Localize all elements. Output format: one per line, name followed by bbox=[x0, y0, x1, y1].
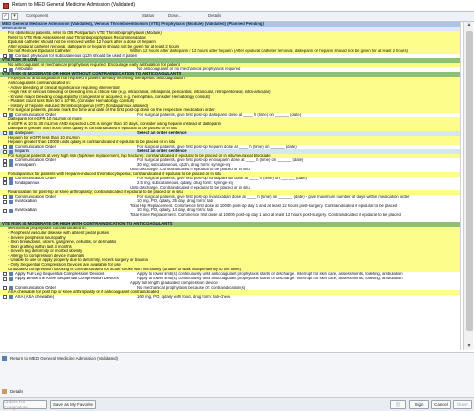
details-icon bbox=[2, 389, 7, 394]
save-favorite-button[interactable]: Save as My Favorite bbox=[50, 400, 96, 409]
scroll-up-icon[interactable]: ▲ bbox=[465, 22, 473, 29]
details-label: Details bbox=[10, 388, 24, 394]
title-bar: Return to MED General Medicine Admission… bbox=[0, 0, 474, 12]
order-list: MED General Medicine Admission (Validate… bbox=[0, 22, 461, 350]
window-title: Return to MED General Medicine Admission… bbox=[12, 1, 136, 8]
vertical-scrollbar[interactable]: ▲ ▼ bbox=[463, 22, 473, 350]
toolbar: ✓ ▾ Component Status Dose... Details bbox=[0, 12, 474, 22]
order-for-bar: Return to MED General Medicine Admission… bbox=[2, 355, 118, 362]
details-bar[interactable]: Details bbox=[2, 388, 23, 395]
column-header-dose[interactable]: Dose... bbox=[168, 13, 202, 19]
done-button[interactable]: Done bbox=[453, 400, 472, 409]
column-header-status[interactable]: Status bbox=[142, 13, 162, 19]
cancel-button[interactable]: Cancel bbox=[431, 400, 451, 409]
window-app-icon bbox=[3, 2, 9, 9]
info-icon[interactable]: ⓘ bbox=[390, 400, 406, 409]
scroll-thumb[interactable] bbox=[465, 31, 473, 331]
column-header-details[interactable]: Details bbox=[208, 13, 221, 19]
order-row bbox=[0, 299, 460, 304]
scroll-down-icon[interactable]: ▼ bbox=[465, 343, 473, 350]
footer-buttons: Orders For Cosignature Save as My Favori… bbox=[0, 397, 474, 411]
column-header-component[interactable]: Component bbox=[26, 13, 136, 19]
orders-cosignature-button[interactable]: Orders For Cosignature bbox=[3, 399, 47, 410]
filter-icon[interactable]: ▾ bbox=[11, 13, 18, 20]
sign-button[interactable]: Sign bbox=[409, 400, 429, 409]
order-plan-icon bbox=[2, 356, 7, 361]
order-for-label: Return to MED General Medicine Admission… bbox=[10, 355, 119, 361]
checkmark-icon[interactable]: ✓ bbox=[2, 13, 9, 20]
